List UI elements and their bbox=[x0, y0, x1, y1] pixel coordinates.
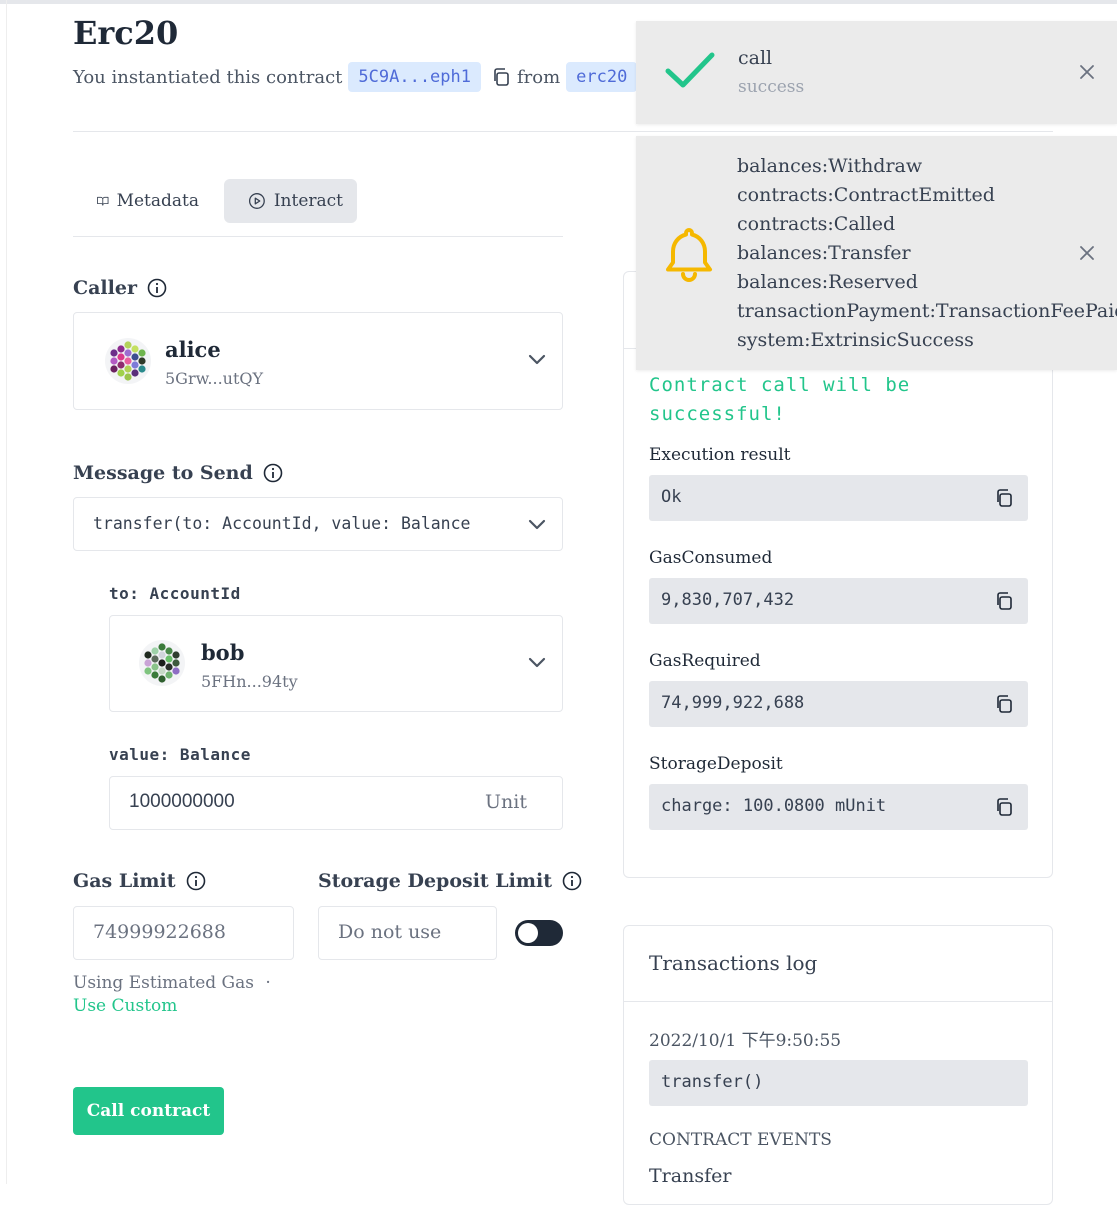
storage-limit-input[interactable]: Do not use bbox=[318, 906, 497, 960]
value-input-text: 1000000000 bbox=[129, 791, 235, 812]
chevron-down-icon bbox=[528, 657, 546, 668]
storage-deposit-box: charge: 100.0800 mUnit bbox=[649, 784, 1028, 830]
header-divider bbox=[73, 131, 1053, 132]
caller-name: alice bbox=[165, 337, 221, 362]
result-value: charge: 100.0800 mUnit bbox=[661, 796, 887, 816]
info-icon[interactable] bbox=[562, 871, 582, 891]
left-border bbox=[6, 0, 7, 1184]
event-list: balances:Withdraw contracts:ContractEmit… bbox=[737, 152, 1117, 355]
copy-icon[interactable] bbox=[491, 67, 511, 87]
address-pill[interactable]: 5C9A...eph1 bbox=[348, 62, 481, 92]
toggle-knob bbox=[518, 923, 538, 943]
gas-limit-label-text: Gas Limit bbox=[73, 870, 176, 892]
event-item: contracts:ContractEmitted bbox=[737, 184, 995, 206]
event-item: transactionPayment:TransactionFeePaid bbox=[737, 300, 1117, 322]
event-item: contracts:Called bbox=[737, 213, 896, 235]
storage-limit-label-text: Storage Deposit Limit bbox=[318, 870, 552, 892]
bell-icon bbox=[666, 228, 712, 282]
recipient-select[interactable]: bob 5FHn...94ty bbox=[109, 615, 563, 712]
caller-label: Caller bbox=[73, 277, 167, 299]
result-label: GasConsumed bbox=[649, 548, 773, 568]
chevron-down-icon bbox=[528, 354, 546, 365]
gas-limit-input[interactable]: 74999922688 bbox=[73, 906, 294, 960]
gas-consumed-box: 9,830,707,432 bbox=[649, 578, 1028, 624]
storage-limit-toggle[interactable] bbox=[515, 920, 563, 946]
contract-events-heading: CONTRACT EVENTS bbox=[649, 1130, 832, 1150]
tab-interact[interactable]: Interact bbox=[224, 179, 357, 223]
gas-limit-value: 74999922688 bbox=[93, 921, 226, 943]
toast-title: call bbox=[738, 47, 773, 69]
param-value-label: value: Balance bbox=[109, 745, 251, 764]
message-label-text: Message to Send bbox=[73, 462, 253, 484]
info-icon[interactable] bbox=[263, 463, 283, 483]
separator: · bbox=[265, 973, 271, 993]
execution-result-box: Ok bbox=[649, 475, 1028, 521]
call-contract-button[interactable]: Call contract bbox=[73, 1087, 224, 1135]
event-item: balances:Reserved bbox=[737, 271, 918, 293]
book-icon bbox=[97, 196, 109, 206]
copy-icon[interactable] bbox=[994, 488, 1014, 508]
close-icon[interactable] bbox=[1079, 64, 1095, 80]
tx-log-divider bbox=[623, 1001, 1053, 1002]
result-value: 74,999,922,688 bbox=[661, 693, 805, 713]
param-to-label: to: AccountId bbox=[109, 584, 241, 603]
caller-address: 5Grw...utQY bbox=[165, 369, 264, 388]
recipient-name: bob bbox=[201, 640, 245, 665]
top-border bbox=[0, 0, 1117, 4]
event-item: balances:Withdraw bbox=[737, 155, 923, 177]
storage-limit-placeholder: Do not use bbox=[338, 921, 442, 943]
close-icon[interactable] bbox=[1079, 245, 1095, 261]
contract-subtitle: You instantiated this contract 5C9A...ep… bbox=[73, 62, 663, 92]
avatar bbox=[139, 640, 185, 686]
caller-select[interactable]: alice 5Grw...utQY bbox=[73, 312, 563, 410]
tabs-divider bbox=[73, 236, 563, 237]
tx-call-box: transfer() bbox=[649, 1060, 1028, 1106]
event-item: balances:Transfer bbox=[737, 242, 911, 264]
info-icon[interactable] bbox=[186, 871, 206, 891]
avatar bbox=[105, 338, 151, 384]
page-title: Erc20 bbox=[73, 14, 179, 52]
gas-estimate-note: Using Estimated Gas · Use Custom bbox=[73, 972, 303, 1018]
message-label: Message to Send bbox=[73, 462, 283, 484]
storage-limit-label: Storage Deposit Limit bbox=[318, 870, 582, 892]
tab-label: Interact bbox=[273, 191, 343, 211]
code-pill[interactable]: erc20 bbox=[566, 62, 638, 92]
gas-estimated-text: Using Estimated Gas bbox=[73, 973, 254, 993]
gas-required-box: 74,999,922,688 bbox=[649, 681, 1028, 727]
result-value: Ok bbox=[661, 487, 682, 507]
copy-icon[interactable] bbox=[994, 797, 1014, 817]
chevron-down-icon bbox=[528, 519, 546, 530]
caller-label-text: Caller bbox=[73, 277, 137, 299]
info-icon[interactable] bbox=[147, 278, 167, 298]
events-toast: balances:Withdraw contracts:ContractEmit… bbox=[636, 136, 1117, 370]
gas-limit-label: Gas Limit bbox=[73, 870, 206, 892]
play-circle-icon bbox=[248, 193, 265, 209]
result-value: 9,830,707,432 bbox=[661, 590, 795, 610]
value-unit: Unit bbox=[485, 791, 527, 813]
copy-icon[interactable] bbox=[994, 591, 1014, 611]
transactions-log-title: Transactions log bbox=[649, 951, 818, 975]
success-message: Contract call will be successful! bbox=[649, 374, 911, 425]
from-text: from bbox=[517, 66, 561, 88]
value-input[interactable]: 1000000000 Unit bbox=[109, 776, 563, 830]
result-label: StorageDeposit bbox=[649, 754, 783, 774]
tab-metadata[interactable]: Metadata bbox=[73, 179, 213, 223]
tx-call: transfer() bbox=[661, 1072, 764, 1092]
message-select[interactable]: transfer(to: AccountId, value: Balance bbox=[73, 497, 563, 551]
result-label: Execution result bbox=[649, 445, 791, 465]
tab-label: Metadata bbox=[116, 191, 199, 211]
recipient-address: 5FHn...94ty bbox=[201, 672, 298, 691]
toast-status: success bbox=[738, 77, 805, 97]
result-label: GasRequired bbox=[649, 651, 761, 671]
instantiated-text: You instantiated this contract bbox=[73, 66, 343, 88]
copy-icon[interactable] bbox=[994, 694, 1014, 714]
message-selected: transfer(to: AccountId, value: Balance bbox=[93, 514, 471, 533]
event-item: system:ExtrinsicSuccess bbox=[737, 329, 974, 351]
check-icon bbox=[665, 52, 715, 88]
call-success-toast: call success bbox=[636, 21, 1117, 124]
use-custom-link[interactable]: Use Custom bbox=[73, 996, 177, 1016]
tx-timestamp: 2022/10/1 下午9:50:55 bbox=[649, 1031, 842, 1051]
